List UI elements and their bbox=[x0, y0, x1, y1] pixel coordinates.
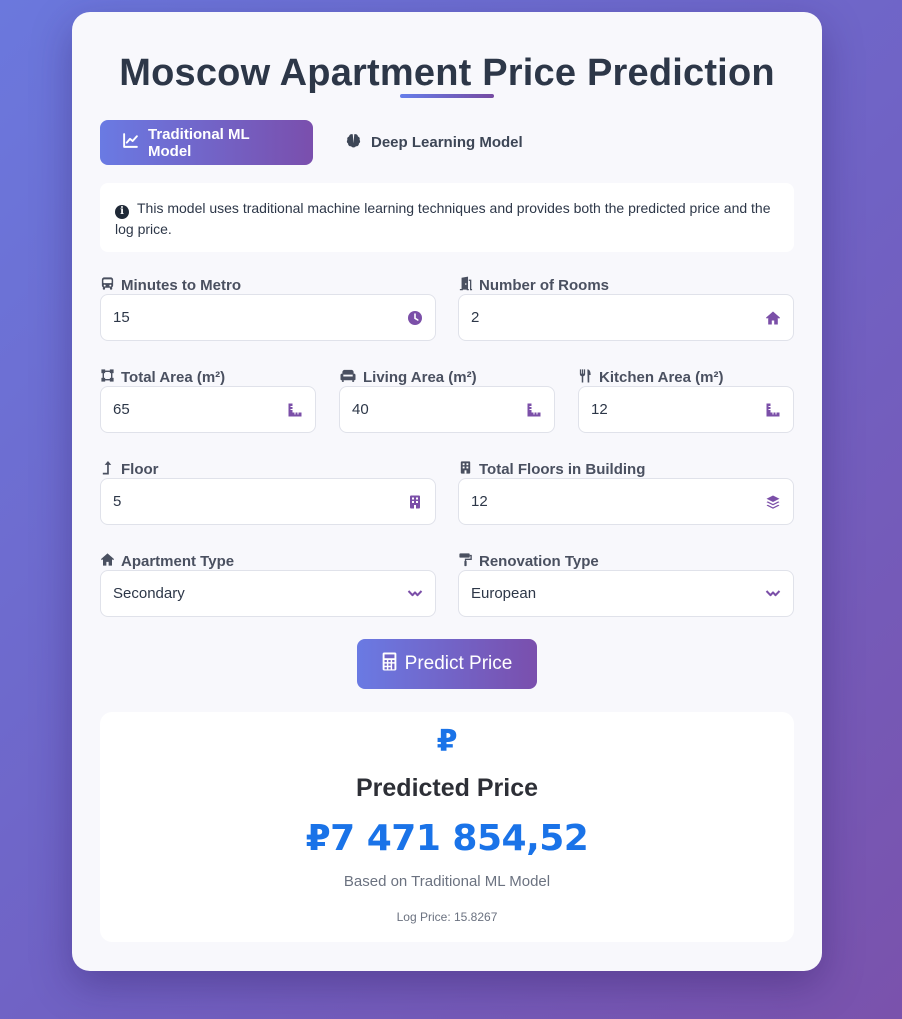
building-icon bbox=[407, 494, 423, 510]
tab-deep-learning[interactable]: Deep Learning Model bbox=[323, 120, 545, 165]
tab-traditional-ml[interactable]: Traditional ML Model bbox=[100, 120, 313, 165]
living-area-field: Living Area (m²) 40 bbox=[339, 367, 555, 433]
home-icon bbox=[100, 552, 115, 571]
tab-traditional-ml-label: Traditional ML Model bbox=[148, 125, 250, 160]
renovation-type-label: Renovation Type bbox=[479, 552, 599, 570]
predict-price-label: Predict Price bbox=[404, 653, 513, 674]
prediction-card: Moscow Apartment Price Prediction Tradit… bbox=[72, 12, 822, 971]
renovation-type-value: European bbox=[471, 585, 537, 602]
kitchen-area-field: Kitchen Area (m²) 12 bbox=[578, 367, 794, 433]
model-info-box: i This model uses traditional machine lea… bbox=[100, 183, 794, 252]
log-price-value: Log Price: 15.8267 bbox=[396, 910, 498, 924]
apartment-type-label: Apartment Type bbox=[121, 552, 235, 570]
level-up-icon bbox=[100, 460, 115, 479]
total-floors-label: Total Floors in Building bbox=[479, 460, 646, 478]
kitchen-area-input[interactable]: 12 bbox=[578, 386, 794, 433]
bus-icon bbox=[100, 276, 115, 295]
total-area-input[interactable]: 65 bbox=[100, 386, 316, 433]
minutes-to-metro-label: Minutes to Metro bbox=[121, 276, 241, 294]
living-area-input[interactable]: 40 bbox=[339, 386, 555, 433]
living-area-value: 40 bbox=[352, 401, 369, 418]
renovation-type-field: Renovation Type European bbox=[458, 551, 794, 617]
apartment-type-field: Apartment Type Secondary bbox=[100, 551, 436, 617]
vector-square-icon bbox=[100, 368, 115, 387]
ruble-icon: ₽ bbox=[436, 724, 458, 759]
kitchen-area-value: 12 bbox=[591, 401, 608, 418]
total-floors-value: 12 bbox=[471, 493, 488, 510]
clock-icon bbox=[407, 310, 423, 326]
total-area-value: 65 bbox=[113, 401, 130, 418]
floor-value: 5 bbox=[113, 493, 122, 510]
total-area-label: Total Area (m²) bbox=[121, 368, 226, 386]
ruler-icon bbox=[765, 402, 781, 418]
floor-field: Floor 5 bbox=[100, 459, 436, 525]
total-floors-input[interactable]: 12 bbox=[458, 478, 794, 525]
total-area-field: Total Area (m²) 65 bbox=[100, 367, 316, 433]
paint-roller-icon bbox=[458, 552, 473, 571]
prediction-result-panel: ₽ Predicted Price ₽7 471 854,52 Based on… bbox=[100, 712, 794, 942]
minutes-to-metro-field: Minutes to Metro 15 bbox=[100, 275, 436, 341]
number-of-rooms-field: Number of Rooms 2 bbox=[458, 275, 794, 341]
minutes-to-metro-value: 15 bbox=[113, 309, 130, 326]
apartment-type-select[interactable]: Secondary bbox=[100, 570, 436, 617]
layers-icon bbox=[765, 494, 781, 510]
floor-label: Floor bbox=[121, 460, 159, 478]
couch-icon bbox=[339, 368, 357, 387]
predict-price-button[interactable]: Predict Price bbox=[357, 639, 537, 689]
title-underline bbox=[400, 94, 494, 98]
chart-line-icon bbox=[122, 132, 139, 153]
apartment-type-value: Secondary bbox=[113, 585, 185, 602]
result-title: Predicted Price bbox=[355, 774, 539, 802]
ruler-icon bbox=[287, 402, 303, 418]
chevron-down-icon bbox=[765, 586, 781, 602]
calculator-icon bbox=[382, 652, 397, 677]
info-circle-icon: i bbox=[115, 205, 129, 219]
utensils-icon bbox=[578, 368, 593, 387]
tab-deep-learning-label: Deep Learning Model bbox=[371, 134, 523, 151]
floor-input[interactable]: 5 bbox=[100, 478, 436, 525]
renovation-type-select[interactable]: European bbox=[458, 570, 794, 617]
ruler-icon bbox=[526, 402, 542, 418]
chevron-down-icon bbox=[407, 586, 423, 602]
building-icon bbox=[458, 460, 473, 479]
number-of-rooms-input[interactable]: 2 bbox=[458, 294, 794, 341]
model-info-text: This model uses traditional machine lear… bbox=[115, 200, 771, 237]
predicted-price-value: ₽7 471 854,52 bbox=[305, 818, 589, 859]
total-floors-field: Total Floors in Building 12 bbox=[458, 459, 794, 525]
number-of-rooms-value: 2 bbox=[471, 309, 480, 326]
brain-icon bbox=[345, 132, 362, 153]
home-icon bbox=[765, 310, 781, 326]
door-icon bbox=[458, 276, 473, 295]
result-model-basis: Based on Traditional ML Model bbox=[343, 873, 551, 890]
minutes-to-metro-input[interactable]: 15 bbox=[100, 294, 436, 341]
living-area-label: Living Area (m²) bbox=[363, 368, 477, 386]
kitchen-area-label: Kitchen Area (m²) bbox=[599, 368, 724, 386]
page-title: Moscow Apartment Price Prediction bbox=[119, 52, 775, 94]
number-of-rooms-label: Number of Rooms bbox=[479, 276, 610, 294]
